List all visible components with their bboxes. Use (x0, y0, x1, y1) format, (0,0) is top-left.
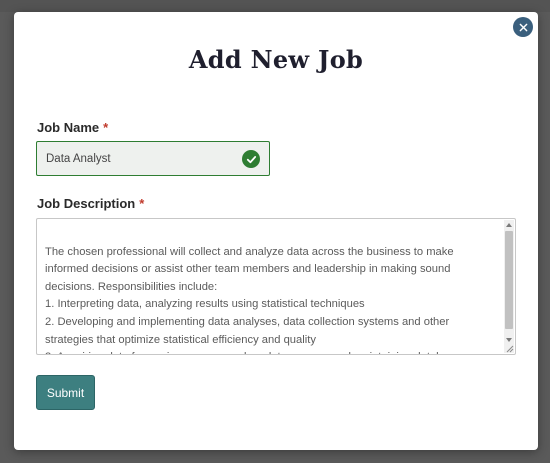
job-description-value: The chosen professional will collect and… (45, 245, 466, 354)
resize-grip-icon[interactable] (506, 345, 514, 353)
job-name-value: Data Analyst (46, 152, 111, 165)
close-icon (519, 23, 527, 31)
job-description-textarea[interactable]: The chosen professional will collect and… (36, 218, 516, 355)
required-marker: * (139, 196, 145, 211)
job-name-input[interactable]: Data Analyst (36, 141, 270, 176)
job-name-label-text: Job Name (37, 120, 100, 135)
modal-title: Add New Job (188, 45, 364, 74)
add-job-modal: Add New Job Job Name * Data Analyst Job D… (14, 12, 538, 450)
job-description-label-text: Job Description (37, 196, 136, 211)
submit-button[interactable]: Submit (36, 375, 95, 410)
required-marker: * (103, 120, 109, 135)
scroll-thumb[interactable] (505, 231, 513, 329)
job-description-label: Job Description * (37, 196, 144, 211)
close-button[interactable] (513, 17, 533, 37)
scroll-up-arrow-icon[interactable] (504, 220, 514, 230)
backdrop (0, 0, 550, 12)
textarea-scrollbar[interactable] (504, 220, 514, 353)
scroll-down-arrow-icon[interactable] (504, 335, 514, 345)
check-circle-icon (242, 150, 260, 168)
job-name-label: Job Name * (37, 120, 108, 135)
